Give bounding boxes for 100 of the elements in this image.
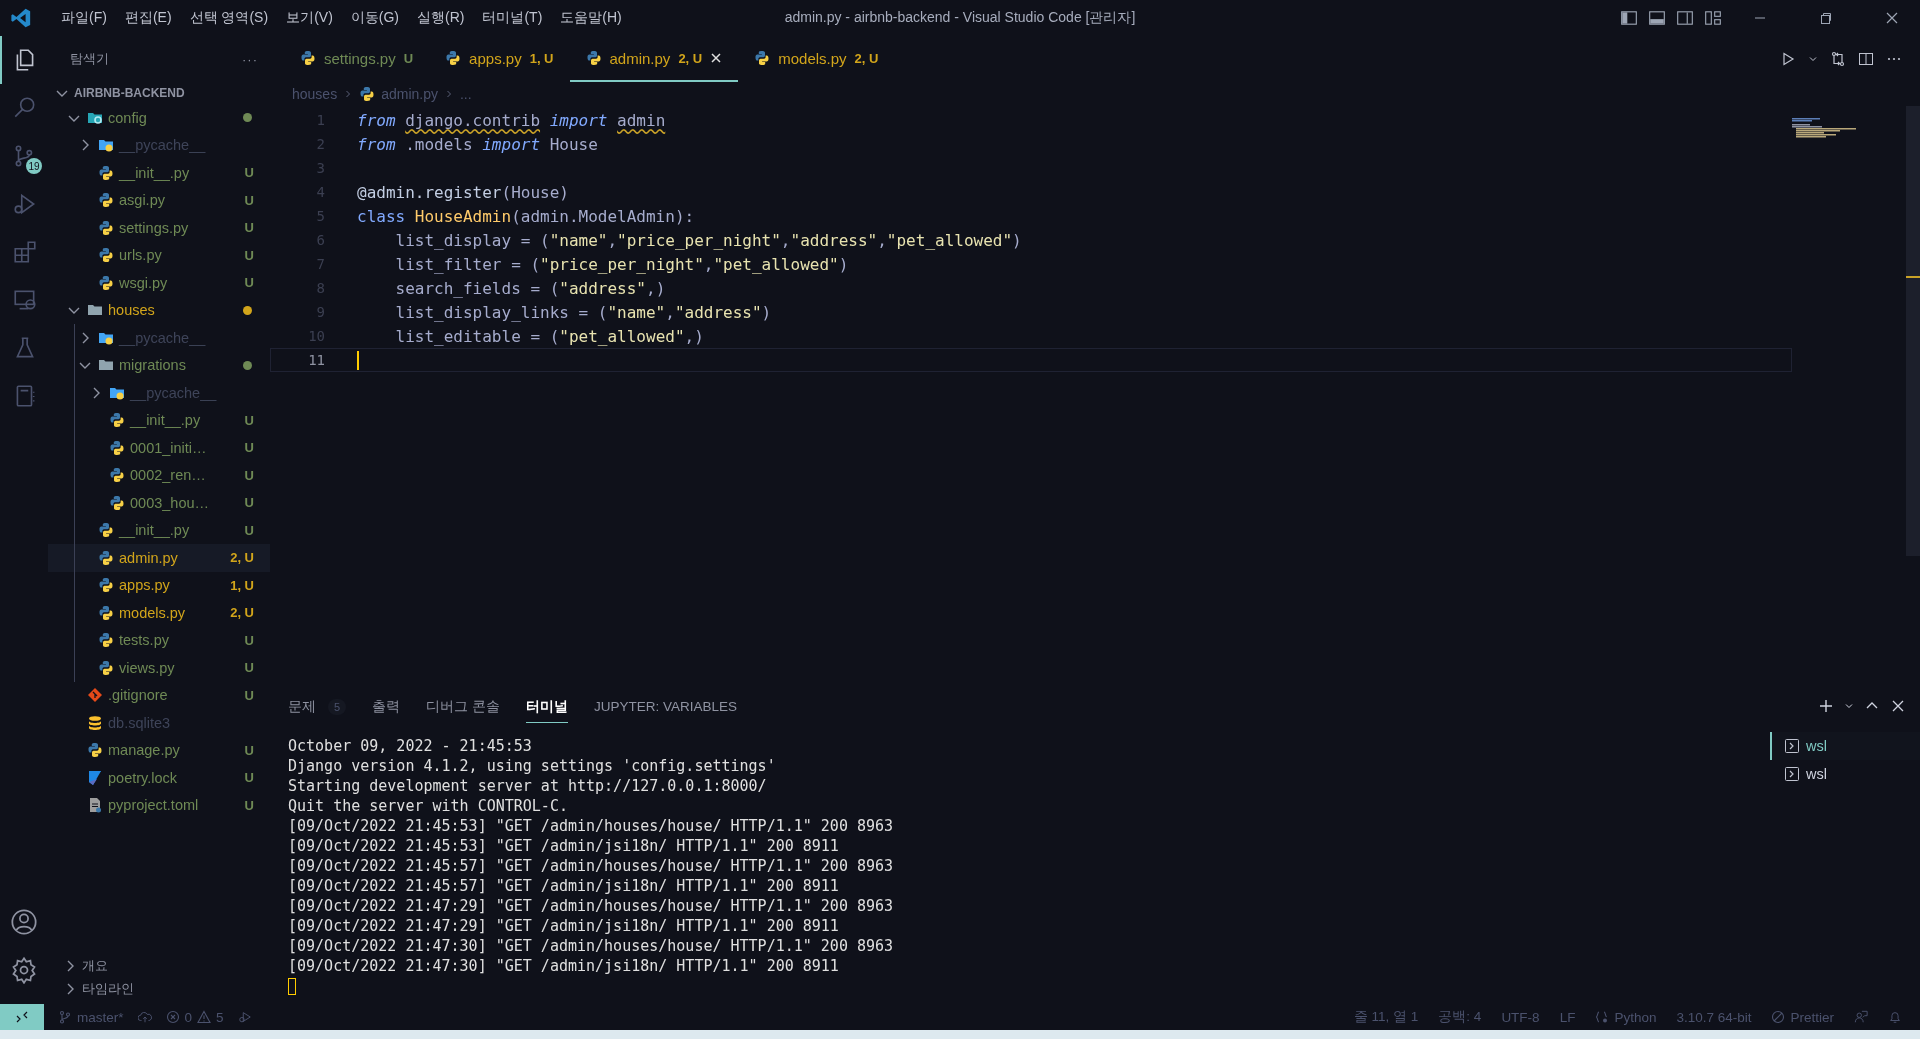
tab-label: models.py [778, 49, 847, 67]
panel-tab[interactable]: 출력 [372, 689, 401, 723]
file-item[interactable]: pyproject.toml U [48, 791, 270, 819]
file-name: __pycache__ [130, 384, 218, 401]
panel-tab[interactable]: 디버그 콘솔 [426, 689, 500, 723]
code-line: list_display_links = ("name","address") [394, 302, 772, 322]
folder-item[interactable]: migrations [48, 351, 270, 379]
file-item[interactable]: apps.py 1, U [48, 571, 270, 599]
python-icon [359, 86, 376, 102]
count-badge: 19 [26, 158, 42, 174]
close-icon[interactable] [1890, 698, 1906, 714]
terminal-line: Django version 4.1.2, using settings 'config.settings' [288, 756, 777, 776]
menu-item[interactable]: 실행(R) [410, 6, 472, 30]
python-icon [98, 604, 114, 621]
editor-scrollbar[interactable] [1906, 106, 1920, 556]
file-item[interactable]: .gitignore U [48, 681, 270, 709]
file-item[interactable]: views.py U [48, 654, 270, 682]
editor-tab[interactable]: models.py 2, U [738, 36, 895, 82]
git-status-label: U [244, 467, 254, 483]
folder-item[interactable]: houses [48, 296, 270, 324]
editor-tab[interactable]: settings.py U [284, 36, 430, 82]
close-icon[interactable] [710, 52, 723, 64]
panel-tab[interactable]: JUPYTER: VARIABLES [593, 689, 737, 723]
layout-icon[interactable] [1704, 9, 1722, 27]
git-status-label: 1, U [529, 50, 554, 66]
git-icon [87, 687, 103, 704]
editor-tab[interactable]: apps.py 1, U [429, 36, 570, 82]
panel-tab[interactable]: 문제 5 [288, 689, 347, 723]
file-item[interactable]: urls.py U [48, 241, 270, 269]
chevron-down-icon[interactable] [1844, 701, 1854, 711]
account-icon[interactable] [10, 908, 38, 936]
python-icon [98, 164, 114, 181]
terminal-list-item[interactable]: wsl [1770, 760, 1920, 788]
file-item[interactable]: 0001_initi… U [48, 434, 270, 462]
sidebar-toggle-icon[interactable] [1620, 9, 1638, 27]
menu-item[interactable]: 선택 영역(S) [182, 6, 276, 30]
file-item[interactable]: __init__.py U [48, 406, 270, 434]
file-item[interactable]: __init__.py U [48, 159, 270, 187]
file-item[interactable]: poetry.lock U [48, 764, 270, 792]
section-header[interactable]: 타임라인 [48, 977, 270, 1000]
file-item[interactable]: tests.py U [48, 626, 270, 654]
menu-item[interactable]: 파일(F) [54, 6, 114, 30]
git-activity-button[interactable]: 19 [0, 132, 48, 180]
editor-tab[interactable]: admin.py 2, U [569, 36, 739, 82]
file-item[interactable]: 0002_ren… U [48, 461, 270, 489]
terminal-line: [09/Oct/2022 21:47:29] "GET /admin/houses/house/ HTTP/1.1" 200 8963 [288, 896, 895, 916]
python-icon [109, 439, 125, 456]
git-status-label: 2, U [854, 50, 879, 66]
warning-count: 5 [216, 1009, 224, 1025]
secondary-sidebar-icon[interactable] [1676, 9, 1694, 27]
menu-item[interactable]: 이동(G) [343, 6, 406, 30]
git-status-label: U [244, 522, 254, 538]
folder-item[interactable]: config [48, 104, 270, 132]
python-icon [87, 742, 103, 759]
run-icon[interactable] [1780, 51, 1796, 67]
file-item[interactable]: __init__.py U [48, 516, 270, 544]
compare-changes-icon[interactable] [1830, 51, 1846, 67]
text-cursor [357, 350, 359, 370]
database-icon [87, 714, 103, 731]
workspace-folder-header[interactable]: AIRBNB-BACKEND [48, 82, 270, 104]
file-icon [87, 797, 103, 814]
file-name: db.sqlite3 [108, 714, 172, 731]
terminal-line: [09/Oct/2022 21:47:29] "GET /admin/jsi18n/ HTTP/1.1" 200 8911 [288, 916, 840, 936]
chevron-down-icon[interactable] [1808, 54, 1818, 64]
file-item[interactable]: settings.py U [48, 214, 270, 242]
settings-icon[interactable] [10, 956, 38, 984]
git-status-label: U [244, 440, 254, 456]
branch-icon [58, 1010, 72, 1024]
python-icon [109, 467, 125, 484]
menu-item[interactable]: 터미널(T) [475, 6, 550, 30]
file-name: migrations [119, 357, 187, 374]
panel-toggle-icon[interactable] [1648, 9, 1666, 27]
section-header[interactable]: 개요 [48, 954, 270, 977]
file-item[interactable]: models.py 2, U [48, 599, 270, 627]
plus-icon[interactable] [1818, 698, 1834, 714]
python-icon [98, 247, 114, 264]
split-editor-icon[interactable] [1858, 51, 1874, 67]
terminal-line: Starting development server at http://127.0.0.1:8000/ [288, 776, 768, 796]
python-icon [109, 494, 125, 511]
file-item[interactable]: manage.py U [48, 736, 270, 764]
terminal-line: Quit the server with CONTROL-C. [288, 796, 569, 816]
git-status-label: U [244, 412, 254, 428]
more-actions-button[interactable]: ··· [242, 51, 258, 67]
warning-icon [197, 1010, 212, 1024]
file-item[interactable]: asgi.py U [48, 186, 270, 214]
file-item[interactable]: 0003_hou… U [48, 489, 270, 517]
git-status-label: U [244, 660, 254, 676]
file-name: manage.py [108, 742, 181, 759]
file-name: __pycache__ [119, 329, 207, 346]
terminal-name: wsl [1806, 738, 1827, 754]
menu-item[interactable]: 보기(V) [279, 6, 340, 30]
menu-item[interactable]: 편집(E) [117, 6, 179, 30]
file-item[interactable]: wsgi.py U [48, 269, 270, 297]
python-icon [98, 549, 114, 566]
file-name: tests.py [119, 632, 170, 649]
git-status-label: 1, U [230, 577, 254, 593]
menu-item[interactable]: 도움말(H) [553, 6, 629, 30]
panel-tab[interactable]: 터미널 [525, 689, 568, 723]
terminal-line: October 09, 2022 - 21:45:53 [288, 736, 533, 756]
file-item[interactable]: admin.py 2, U [48, 544, 270, 572]
